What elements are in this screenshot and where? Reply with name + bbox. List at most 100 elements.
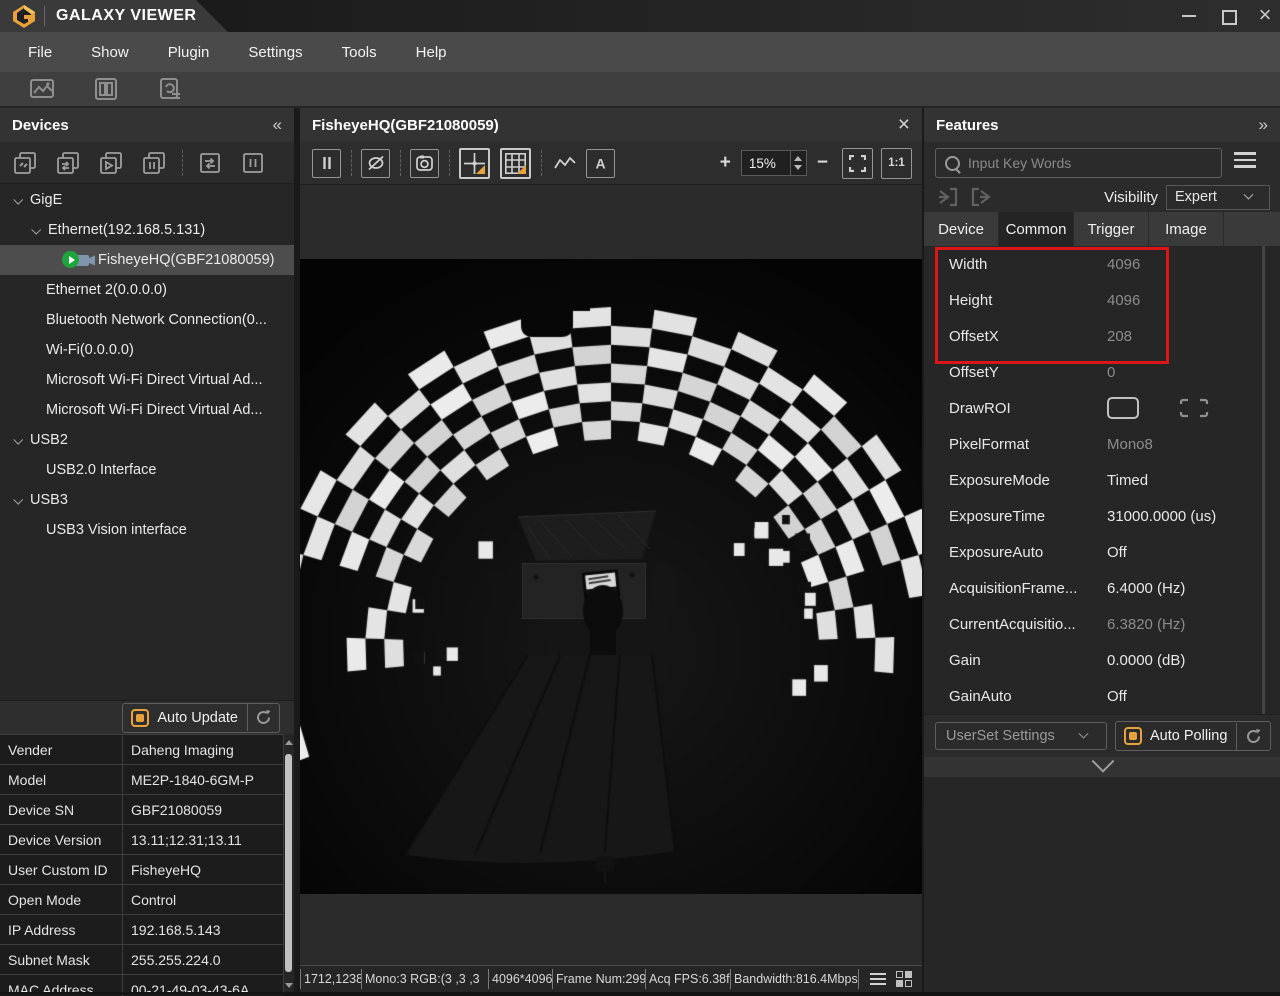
tree-item-usb3-vision[interactable]: USB3 Vision interface: [0, 515, 294, 545]
start-all-acquisition-icon[interactable]: [96, 148, 126, 178]
tree-item-ethernet[interactable]: Ethernet(192.168.5.131): [0, 215, 294, 245]
fit-to-window-icon[interactable]: [842, 148, 873, 179]
search-input[interactable]: Input Key Words: [935, 148, 1222, 178]
property-row-currentacquisition[interactable]: CurrentAcquisitio...6.3820 (Hz): [924, 606, 1280, 642]
feature-menu-icon[interactable]: [1234, 152, 1256, 168]
menu-help[interactable]: Help: [416, 44, 447, 61]
userset-dropdown[interactable]: UserSet Settings: [935, 722, 1107, 750]
open-all-devices-icon[interactable]: [10, 148, 40, 178]
property-row-exposureauto[interactable]: ExposureAutoOff: [924, 534, 1280, 570]
table-row: Open ModeControl: [0, 885, 283, 915]
property-row-acquisitionframerate[interactable]: AcquisitionFrame...6.4000 (Hz): [924, 570, 1280, 606]
chevron-down-icon[interactable]: [13, 194, 23, 204]
tree-item-mswifi-2[interactable]: Microsoft Wi-Fi Direct Virtual Ad...: [0, 395, 294, 425]
scroll-down-icon[interactable]: [285, 983, 293, 988]
spin-down-icon[interactable]: [794, 165, 802, 170]
hide-display-icon[interactable]: [361, 149, 390, 178]
auto-update-toggle[interactable]: [131, 709, 149, 727]
split-view-icon[interactable]: [94, 77, 120, 101]
property-row-exposuretime[interactable]: ExposureTime31000.0000 (us): [924, 498, 1280, 534]
scrollbar-thumb[interactable]: [285, 754, 292, 972]
crosshair-overlay-icon[interactable]: [459, 148, 490, 179]
export-config-icon[interactable]: [969, 187, 992, 207]
visibility-value: Expert: [1175, 189, 1217, 205]
feature-property-list: Width4096 Height4096 OffsetX208 OffsetY0…: [924, 246, 1280, 714]
tree-item-label: Ethernet 2(0.0.0.0): [46, 282, 167, 298]
close-button[interactable]: ×: [1252, 5, 1278, 25]
collapse-properties-bar[interactable]: [924, 757, 1280, 777]
table-row: Device SNGBF21080059: [0, 795, 283, 825]
annotation-icon[interactable]: A: [586, 149, 615, 178]
collapse-panel-icon[interactable]: «: [273, 115, 282, 135]
menu-tools[interactable]: Tools: [342, 44, 377, 61]
tree-item-label: Microsoft Wi-Fi Direct Virtual Ad...: [46, 402, 262, 418]
zoom-level-value[interactable]: 15%: [742, 156, 790, 171]
stop-all-acquisition-icon[interactable]: [139, 148, 169, 178]
spin-up-icon[interactable]: [794, 156, 802, 161]
status-layout-icon[interactable]: [896, 971, 912, 987]
expand-panel-icon[interactable]: »: [1259, 115, 1268, 135]
menu-file[interactable]: File: [28, 44, 52, 61]
property-row-drawroi[interactable]: DrawROI: [924, 390, 1280, 426]
property-row-offsetx[interactable]: OffsetX208: [924, 318, 1280, 354]
close-device-icon[interactable]: [195, 148, 225, 178]
import-config-icon[interactable]: [937, 187, 960, 207]
zoom-in-icon[interactable]: +: [720, 152, 731, 174]
pause-acquisition-icon[interactable]: [312, 149, 341, 178]
close-all-devices-icon[interactable]: [53, 148, 83, 178]
zoom-level-spinner[interactable]: 15%: [741, 150, 807, 176]
tree-item-usb2-interface[interactable]: USB2.0 Interface: [0, 455, 294, 485]
property-row-width[interactable]: Width4096: [924, 246, 1280, 282]
property-row-gain[interactable]: Gain0.0000 (dB): [924, 642, 1280, 678]
property-row-offsety[interactable]: OffsetY0: [924, 354, 1280, 390]
minimize-button[interactable]: [1176, 8, 1202, 24]
auto-update-label: Auto Update: [157, 710, 238, 726]
full-roi-button[interactable]: [1179, 398, 1209, 418]
tree-item-usb2[interactable]: USB2: [0, 425, 294, 455]
property-row-pixelformat[interactable]: PixelFormatMono8: [924, 426, 1280, 462]
property-row-exposuremode[interactable]: ExposureModeTimed: [924, 462, 1280, 498]
scroll-up-icon[interactable]: [285, 740, 293, 745]
histogram-icon[interactable]: [551, 150, 578, 177]
close-view-icon[interactable]: ×: [898, 116, 910, 134]
refresh-features-icon[interactable]: [1237, 728, 1270, 745]
menu-plugin[interactable]: Plugin: [168, 44, 210, 61]
tree-item-bluetooth[interactable]: Bluetooth Network Connection(0...: [0, 305, 294, 335]
device-config-icon[interactable]: [158, 77, 184, 101]
image-viewport[interactable]: [300, 184, 922, 966]
property-row-height[interactable]: Height4096: [924, 282, 1280, 318]
tab-common[interactable]: Common: [999, 212, 1074, 246]
chevron-down-icon[interactable]: [13, 434, 23, 444]
property-scrollbar[interactable]: [1262, 246, 1265, 714]
tree-item-wifi[interactable]: Wi-Fi(0.0.0.0): [0, 335, 294, 365]
auto-polling-toggle[interactable]: [1124, 727, 1142, 745]
visibility-dropdown[interactable]: Expert: [1166, 185, 1270, 210]
status-menu-icon[interactable]: [870, 973, 886, 985]
menu-show[interactable]: Show: [91, 44, 129, 61]
chevron-down-icon[interactable]: [13, 494, 23, 504]
tab-image[interactable]: Image: [1149, 212, 1224, 246]
tree-item-label: GigE: [30, 192, 62, 208]
stop-acquisition-icon[interactable]: [238, 148, 268, 178]
tab-trigger[interactable]: Trigger: [1074, 212, 1149, 246]
refresh-devices-icon[interactable]: [248, 709, 279, 726]
tree-item-fisheyehq-selected[interactable]: FisheyeHQ(GBF21080059): [0, 245, 294, 275]
grid-overlay-icon[interactable]: [500, 148, 531, 179]
tree-item-mswifi-1[interactable]: Microsoft Wi-Fi Direct Virtual Ad...: [0, 365, 294, 395]
tab-device[interactable]: Device: [924, 212, 999, 246]
property-row-gainauto[interactable]: GainAutoOff: [924, 678, 1280, 714]
maximize-button[interactable]: [1216, 9, 1242, 25]
tree-item-usb3[interactable]: USB3: [0, 485, 294, 515]
zoom-out-icon[interactable]: −: [817, 152, 828, 174]
menu-settings[interactable]: Settings: [248, 44, 302, 61]
tree-item-ethernet2[interactable]: Ethernet 2(0.0.0.0): [0, 275, 294, 305]
spinner-arrows[interactable]: [790, 151, 806, 175]
chevron-down-icon[interactable]: [31, 224, 41, 234]
open-image-icon[interactable]: [30, 77, 56, 101]
draw-roi-button[interactable]: [1107, 397, 1139, 419]
actual-size-icon[interactable]: 1:1: [881, 148, 912, 179]
table-row: Subnet Mask255.255.224.0: [0, 945, 283, 975]
galaxy-viewer-window: { "window": { "title": "GALAXY VIEWER", …: [0, 0, 1280, 995]
capture-image-icon[interactable]: [410, 149, 439, 178]
tree-item-gige[interactable]: GigE: [0, 185, 294, 215]
